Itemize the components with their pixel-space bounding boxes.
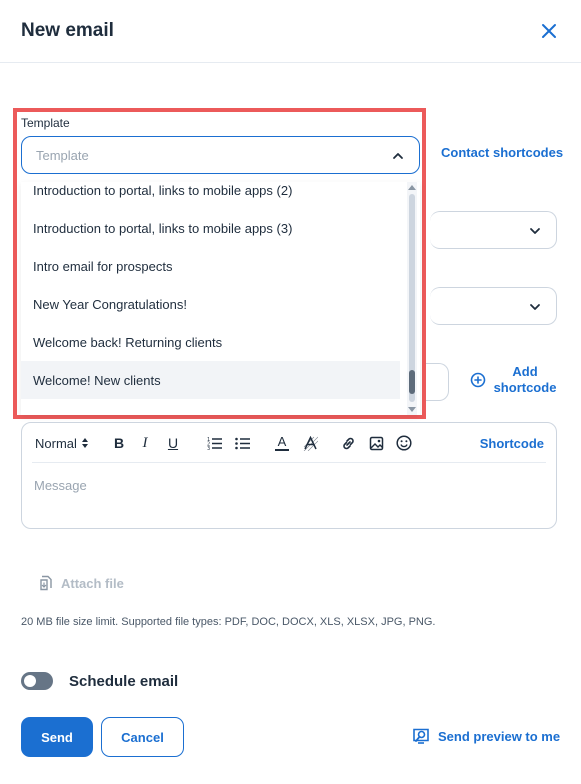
editor-toolbar: Normal B I U 1 2 3 A Shortcode xyxy=(32,423,546,463)
chevron-up-icon xyxy=(393,153,403,159)
close-button[interactable] xyxy=(536,18,562,44)
template-option[interactable]: Welcome! New clients xyxy=(21,361,400,399)
cancel-button[interactable]: Cancel xyxy=(101,717,184,757)
format-select[interactable]: Normal xyxy=(35,435,89,451)
scroll-up-icon[interactable] xyxy=(408,184,416,190)
template-label: Template xyxy=(21,116,70,130)
chevron-down-icon xyxy=(530,228,540,234)
image-button[interactable] xyxy=(368,435,384,451)
template-option[interactable]: New Year Congratulations! xyxy=(21,285,400,323)
send-preview-label: Send preview to me xyxy=(438,728,561,744)
sender-select[interactable] xyxy=(430,287,557,325)
attach-file-button[interactable]: Attach file xyxy=(38,575,124,591)
add-shortcode-button[interactable]: Add shortcode xyxy=(470,363,560,399)
italic-icon: I xyxy=(142,434,148,451)
template-option[interactable]: Intro email for prospects xyxy=(21,247,400,285)
toggle-knob xyxy=(24,675,36,687)
highlight-color-icon xyxy=(303,435,318,451)
bullet-list-button[interactable] xyxy=(234,435,252,451)
schedule-label: Schedule email xyxy=(69,673,179,690)
template-select[interactable]: Template xyxy=(21,136,420,174)
attach-file-icon xyxy=(40,575,52,591)
underline-icon: U xyxy=(167,435,179,451)
message-editor: Normal B I U 1 2 3 A Shortcode Message xyxy=(21,422,557,529)
template-placeholder: Template xyxy=(36,148,89,163)
ordered-list-button[interactable]: 1 2 3 xyxy=(206,435,224,451)
underline-button[interactable]: U xyxy=(166,435,180,451)
italic-button[interactable]: I xyxy=(138,435,152,451)
send-button[interactable]: Send xyxy=(21,717,93,757)
close-icon xyxy=(542,24,556,38)
add-shortcode-label: Add shortcode xyxy=(493,364,557,395)
link-icon xyxy=(342,437,354,449)
image-icon xyxy=(369,436,383,450)
bold-button[interactable]: B xyxy=(112,435,126,451)
subject-input[interactable] xyxy=(424,363,449,401)
text-color-underline xyxy=(275,448,289,451)
template-option[interactable]: Introduction to portal, links to mobile … xyxy=(21,209,400,247)
text-color-button[interactable]: A xyxy=(274,435,290,451)
scroll-thumb[interactable] xyxy=(409,370,415,394)
bullet-list-icon xyxy=(235,437,250,450)
shortcode-link[interactable]: Shortcode xyxy=(480,436,544,451)
recipient-select[interactable] xyxy=(430,211,557,249)
contact-shortcodes-link[interactable]: Contact shortcodes xyxy=(441,145,563,160)
chevron-down-icon xyxy=(530,304,540,310)
dropdown-scrollbar[interactable] xyxy=(407,182,417,415)
modal-header: New email xyxy=(0,0,581,63)
svg-text:3: 3 xyxy=(207,446,210,450)
template-option[interactable]: Welcome back! Returning clients xyxy=(21,323,400,361)
plus-circle-icon xyxy=(470,372,486,388)
template-option[interactable]: Introduction to portal, links to mobile … xyxy=(21,182,400,209)
schedule-toggle[interactable] xyxy=(21,672,53,690)
template-options-list: Introduction to portal, links to mobile … xyxy=(21,182,420,415)
modal-title: New email xyxy=(21,20,114,41)
scroll-down-icon[interactable] xyxy=(408,407,416,413)
template-highlight-box: Template Template Introduction to portal… xyxy=(13,108,426,419)
message-input[interactable]: Message xyxy=(34,478,534,498)
emoji-icon xyxy=(396,435,412,451)
attach-file-label: Attach file xyxy=(61,575,124,591)
emoji-button[interactable] xyxy=(396,435,412,451)
preview-icon xyxy=(413,728,429,744)
link-button[interactable] xyxy=(340,435,356,451)
sort-arrows-icon xyxy=(81,438,88,448)
ordered-list-icon: 1 2 3 xyxy=(207,437,222,450)
format-label: Normal xyxy=(35,435,77,451)
text-color-icon: A xyxy=(277,433,287,449)
highlight-color-button[interactable] xyxy=(302,435,318,451)
bold-icon: B xyxy=(113,435,125,451)
send-preview-button[interactable]: Send preview to me xyxy=(412,728,560,744)
file-size-note: 20 MB file size limit. Supported file ty… xyxy=(21,616,436,628)
